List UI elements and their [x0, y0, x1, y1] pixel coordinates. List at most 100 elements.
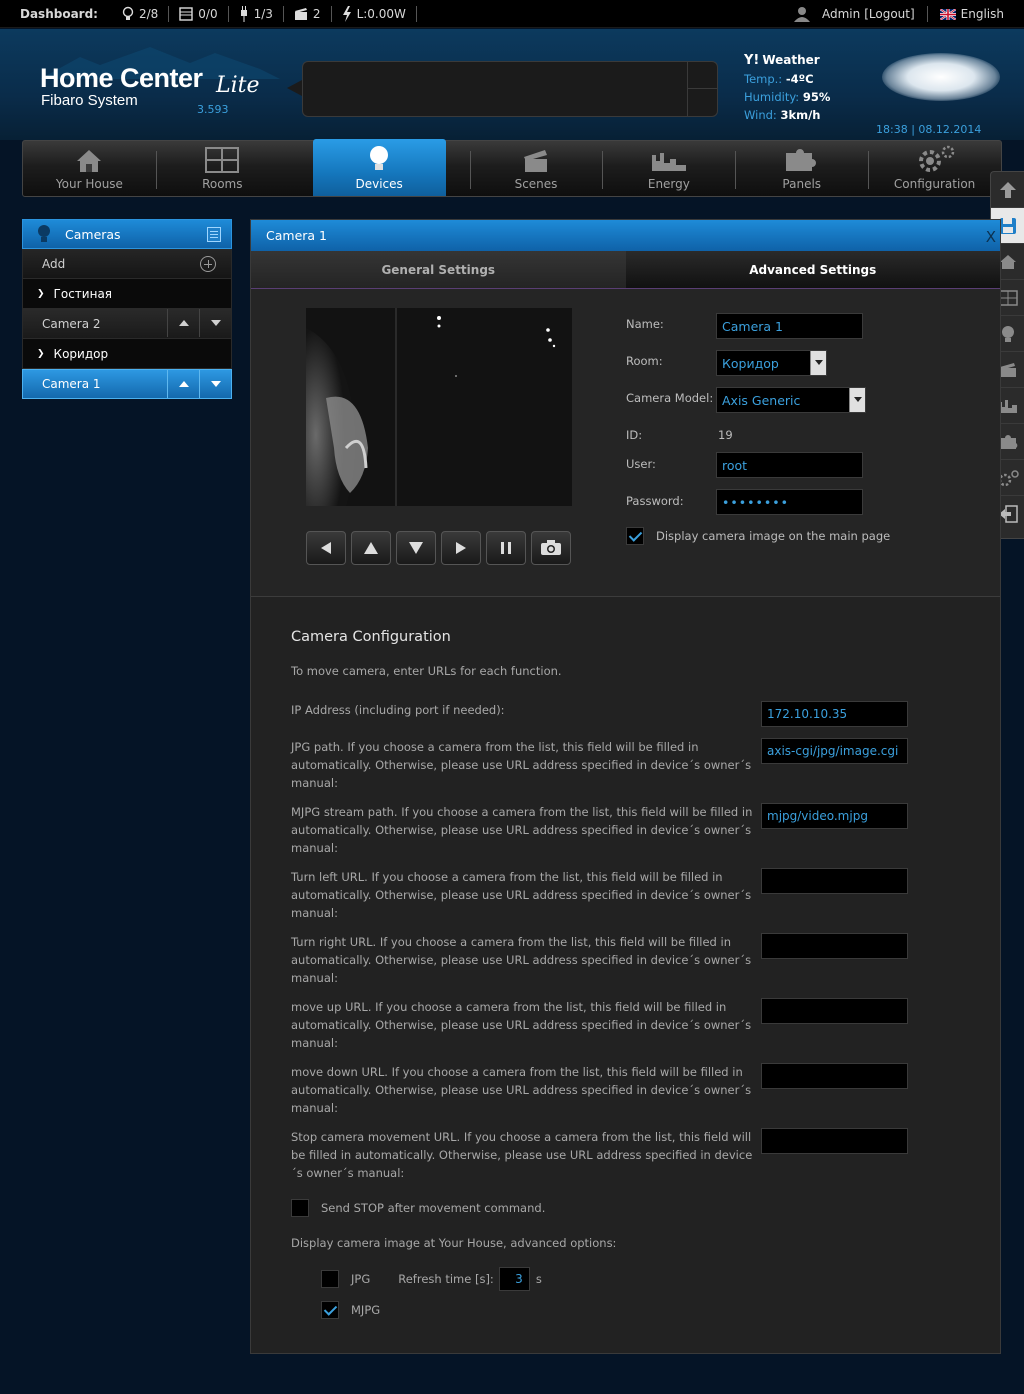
jpg-option-checkbox[interactable]: [321, 1270, 339, 1288]
move-up-button[interactable]: [167, 309, 199, 337]
logout-link[interactable]: [Logout]: [864, 7, 914, 21]
name-label: Name:: [626, 317, 664, 331]
tab-label: Rooms: [202, 177, 243, 191]
close-button[interactable]: X: [986, 228, 996, 246]
tilt-down-button[interactable]: [396, 531, 436, 565]
power-value: L:0.00W: [356, 6, 406, 21]
tab-general-settings[interactable]: General Settings: [251, 251, 626, 288]
sidebar-room-koridor[interactable]: ❯ Коридор: [22, 339, 232, 369]
pan-right-button[interactable]: [441, 531, 481, 565]
language-selector[interactable]: English: [961, 7, 1004, 21]
move-down-button[interactable]: [199, 370, 231, 398]
scroll-top-button[interactable]: [991, 172, 1024, 208]
dashboard-scenes[interactable]: 2: [284, 5, 332, 22]
house-icon: [77, 150, 102, 172]
tab-rooms[interactable]: Rooms: [155, 141, 289, 196]
cloud-icon: [882, 53, 1000, 101]
turn-right-label: Turn right URL. If you choose a camera f…: [291, 935, 752, 985]
sidebar-item-camera-2[interactable]: Camera 2: [22, 309, 232, 339]
camera-panel: Camera 1 X General Settings Advanced Set…: [250, 219, 1001, 1354]
bulb-icon: [122, 6, 134, 20]
send-stop-checkbox[interactable]: [291, 1199, 309, 1217]
turn-left-input[interactable]: [761, 868, 908, 894]
refresh-unit: s: [535, 1272, 542, 1286]
password-input[interactable]: ••••••••: [716, 489, 863, 515]
jpg-path-input[interactable]: axis-cgi/jpg/image.cgi: [761, 738, 908, 764]
main-nav: Your House Rooms Devices Scenes Energy P…: [22, 139, 1002, 197]
bulb-icon: [1001, 325, 1014, 342]
ip-input[interactable]: 172.10.10.35: [761, 701, 908, 727]
list-view-icon[interactable]: [207, 227, 221, 242]
room-select[interactable]: Коридор: [716, 350, 827, 376]
model-select-value: Axis Generic: [722, 392, 801, 408]
jpg-option-label: JPG: [351, 1272, 371, 1286]
clapper-icon: [294, 7, 307, 20]
move-up-input[interactable]: [761, 998, 908, 1024]
plugs-count: 1/3: [253, 6, 273, 21]
display-main-checkbox[interactable]: [626, 527, 644, 545]
panel-title: Camera 1: [266, 228, 327, 243]
scenes-count: 2: [312, 6, 321, 21]
model-select[interactable]: Axis Generic: [716, 387, 866, 413]
sidebar-room-gostinaya[interactable]: ❯ Гостиная: [22, 279, 232, 309]
add-label: Add: [42, 256, 66, 271]
clapper-icon: [999, 362, 1016, 377]
chevron-down-icon: ❯: [37, 288, 45, 299]
weather-widget: Y! Weather Temp.: -4ºC Humidity: 95% Wind…: [744, 51, 830, 124]
display-options-label: Display camera image at Your House, adva…: [291, 1236, 617, 1250]
dashboard-lights[interactable]: 2/8: [112, 5, 170, 22]
add-device-button[interactable]: Add: [22, 249, 232, 279]
chevron-down-icon: ❯: [37, 348, 45, 359]
dashboard-bar: Dashboard: 2/8 0/0 1/3 2 L:0.00W Admin […: [0, 0, 1024, 28]
mjpg-option-checkbox[interactable]: [321, 1301, 339, 1319]
tab-label: Energy: [647, 177, 690, 191]
move-down-input[interactable]: [761, 1063, 908, 1089]
settings-tabs: General Settings Advanced Settings: [251, 251, 1000, 289]
arrow-up-icon: [178, 320, 189, 326]
tab-label: Configuration: [893, 177, 976, 191]
move-down-button[interactable]: [199, 309, 231, 337]
name-input[interactable]: Camera 1: [716, 313, 863, 339]
gear-icon: [918, 145, 954, 172]
user-area: Admin [Logout] English: [793, 0, 1004, 28]
dashboard-plugs[interactable]: 1/3: [229, 5, 284, 22]
sidebar-item-camera-1[interactable]: Camera 1: [22, 369, 232, 399]
move-up-button[interactable]: [167, 370, 199, 398]
turn-right-input[interactable]: [761, 933, 908, 959]
yahoo-icon: Y!: [744, 53, 760, 68]
datetime: 18:38 | 08.12.2014: [876, 123, 982, 136]
user-icon: [793, 7, 810, 22]
snapshot-button[interactable]: [531, 531, 571, 565]
tab-advanced-settings[interactable]: Advanced Settings: [625, 251, 1000, 288]
tab-devices[interactable]: Devices: [312, 139, 446, 196]
tab-scenes[interactable]: Scenes: [469, 141, 603, 196]
arrow-down-icon: [409, 542, 423, 554]
pan-left-button[interactable]: [306, 531, 346, 565]
tab-energy[interactable]: Energy: [602, 141, 735, 196]
mjpg-path-label: MJPG stream path. If you choose a camera…: [291, 805, 753, 855]
logo-title: Home Center: [40, 63, 203, 93]
camera-feed-image: [306, 308, 572, 506]
tab-configuration[interactable]: Configuration: [868, 141, 1001, 196]
dashboard-power[interactable]: L:0.00W: [332, 5, 417, 22]
tab-panels[interactable]: Panels: [735, 141, 868, 196]
stop-input[interactable]: [761, 1128, 908, 1154]
mjpg-path-input[interactable]: mjpg/video.mjpg: [761, 803, 908, 829]
dashboard-blinds[interactable]: 0/0: [169, 5, 229, 22]
send-stop-label: Send STOP after movement command.: [321, 1201, 546, 1215]
tilt-up-button[interactable]: [351, 531, 391, 565]
refresh-label: Refresh time [s]:: [398, 1272, 494, 1286]
chevron-down-icon: [810, 351, 826, 375]
display-main-row: Display camera image on the main page: [626, 527, 890, 545]
stop-label: Stop camera movement URL. If you choose …: [291, 1130, 753, 1180]
jpg-option-row: JPG Refresh time [s]: 3 s: [321, 1267, 791, 1291]
message-scroll[interactable]: [687, 62, 718, 116]
refresh-input[interactable]: 3: [498, 1267, 530, 1291]
pause-button[interactable]: [486, 531, 526, 565]
tab-your-house[interactable]: Your House: [23, 141, 156, 196]
jpg-path-label: JPG path. If you choose a camera from th…: [291, 740, 752, 790]
bulb-icon: [38, 225, 50, 242]
device-name: Camera 2: [42, 316, 101, 331]
user-input[interactable]: root: [716, 452, 863, 478]
blinds-count: 0/0: [198, 6, 218, 21]
